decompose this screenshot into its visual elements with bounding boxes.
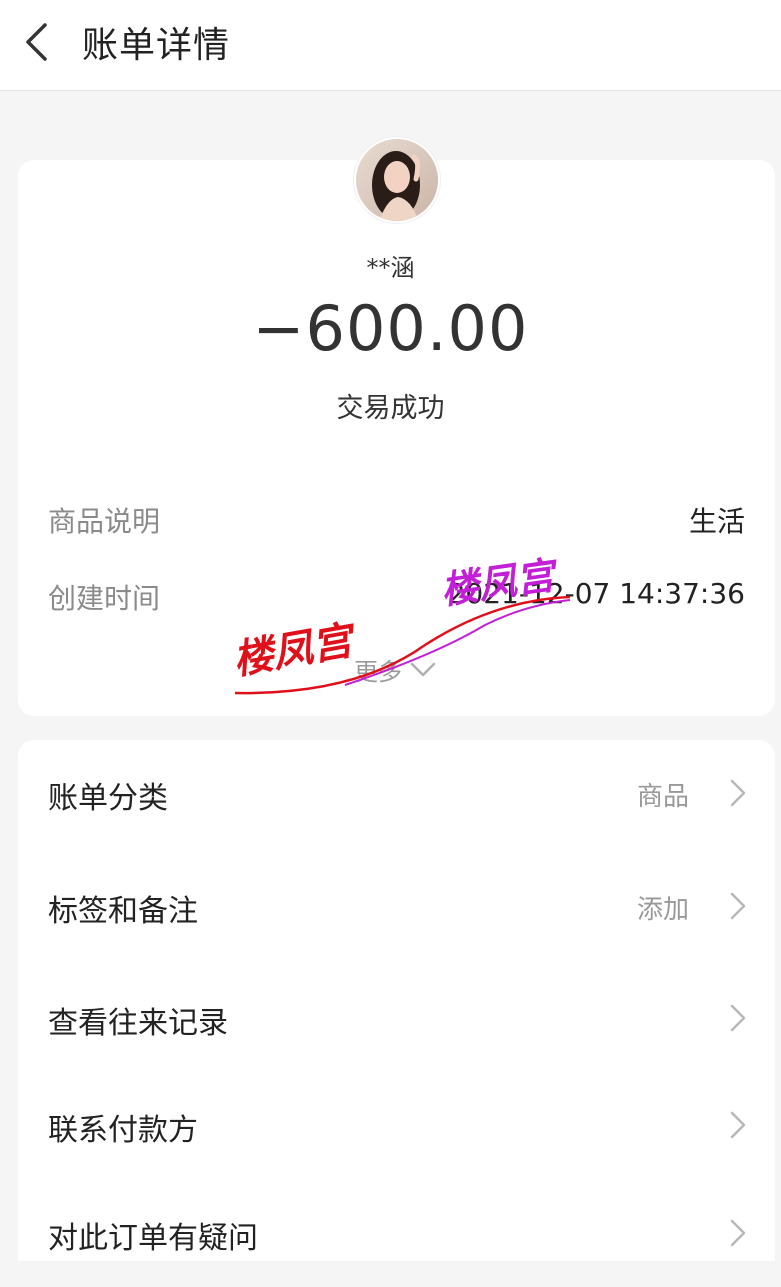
transaction-amount: −600.00 (252, 292, 529, 365)
transaction-summary-card (18, 160, 775, 716)
user-photo-icon (356, 139, 438, 221)
back-button[interactable] (16, 18, 56, 66)
detail-label-product: 商品说明 (48, 505, 161, 538)
list-item-label: 账单分类 (48, 781, 168, 816)
top-bar: 账单详情 (0, 0, 781, 91)
detail-value-product: 生活 (688, 505, 745, 538)
more-label: 更多 (354, 658, 402, 686)
avatar[interactable] (354, 137, 440, 223)
transaction-status: 交易成功 (336, 393, 445, 424)
chevron-right-icon (730, 1004, 746, 1032)
list-item-bill-category[interactable]: 账单分类 商品 (18, 740, 775, 847)
list-item-contact-payer[interactable]: 联系付款方 (18, 1072, 775, 1179)
chevron-left-icon (26, 23, 47, 61)
chevron-right-icon (730, 892, 746, 920)
chevron-right-icon (730, 1111, 746, 1139)
list-item-label: 联系付款方 (48, 1113, 198, 1148)
list-item-label: 对此订单有疑问 (48, 1221, 258, 1256)
list-item-view-records[interactable]: 查看往来记录 (18, 965, 775, 1072)
chevron-right-icon (730, 779, 746, 807)
list-item-value: 商品 (636, 782, 689, 812)
list-item-tags-notes[interactable]: 标签和备注 添加 (18, 853, 775, 960)
list-item-label: 标签和备注 (48, 894, 198, 929)
detail-value-created-time: 2021-12-07 14:37:36 (447, 577, 745, 610)
chevron-right-icon (730, 1219, 746, 1247)
payee-name: **涵 (366, 254, 415, 282)
detail-label-created-time: 创建时间 (48, 582, 161, 615)
list-item-order-question[interactable]: 对此订单有疑问 (18, 1180, 775, 1287)
page-title: 账单详情 (82, 25, 231, 66)
chevron-down-icon (410, 662, 436, 676)
list-item-value: 添加 (636, 895, 689, 925)
more-button[interactable]: 更多 (354, 652, 436, 687)
list-item-label: 查看往来记录 (48, 1006, 228, 1041)
